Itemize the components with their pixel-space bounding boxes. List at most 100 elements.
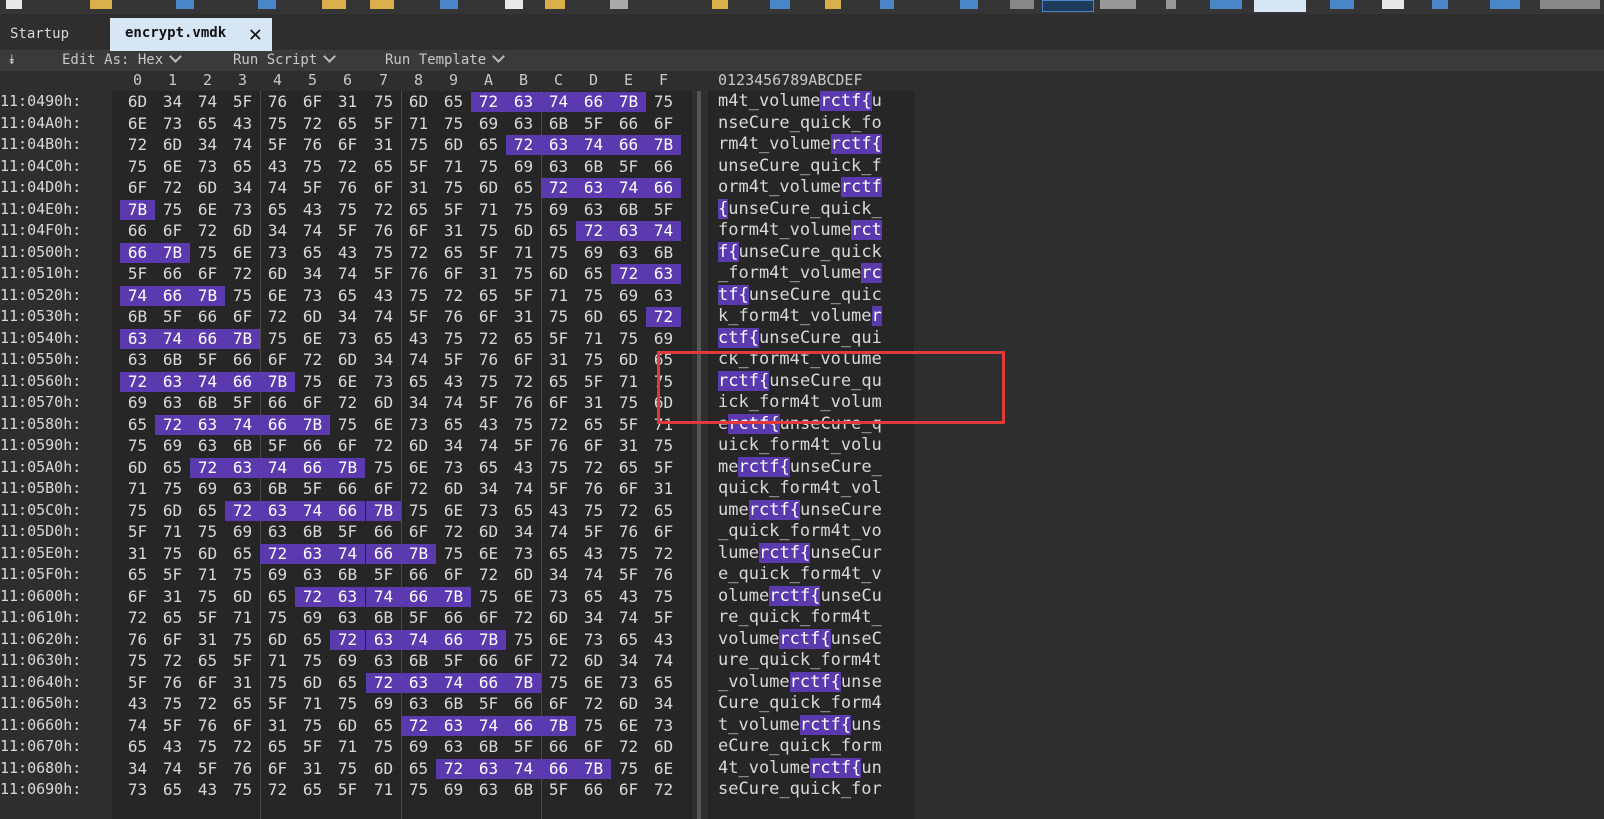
hex-byte[interactable]: 5F <box>295 178 330 198</box>
hex-byte[interactable]: 6F <box>611 780 646 800</box>
hex-byte[interactable]: 6F <box>576 436 611 456</box>
hex-byte[interactable]: 5F <box>155 716 190 736</box>
hex-byte[interactable]: 73 <box>225 200 260 220</box>
hex-byte[interactable]: 66 <box>120 221 155 241</box>
hex-byte[interactable]: 63 <box>155 371 190 392</box>
hex-byte[interactable]: 65 <box>471 135 506 155</box>
row-text[interactable]: {unseCure_quick_ <box>718 198 882 220</box>
hex-byte[interactable]: 71 <box>611 372 646 392</box>
hex-byte[interactable]: 7B <box>646 135 681 155</box>
hex-byte[interactable]: 74 <box>506 479 541 499</box>
hex-byte[interactable]: 66 <box>155 285 190 306</box>
hex-byte[interactable]: 6F <box>506 651 541 671</box>
hex-byte[interactable]: 6D <box>260 630 295 650</box>
hex-byte[interactable]: 75 <box>541 243 576 263</box>
hex-byte[interactable]: 65 <box>330 673 365 693</box>
hex-byte[interactable]: 71 <box>190 565 225 585</box>
hex-byte[interactable]: 63 <box>155 393 190 413</box>
hex-byte[interactable]: 63 <box>541 157 576 177</box>
hex-byte[interactable]: 66 <box>190 307 225 327</box>
hex-byte[interactable]: 5F <box>225 393 260 413</box>
row-text[interactable]: form4t_volumerct <box>718 220 882 241</box>
hex-byte[interactable]: 72 <box>120 135 155 155</box>
hex-byte[interactable]: 65 <box>646 673 681 693</box>
hex-byte[interactable]: 66 <box>366 522 401 542</box>
hex-byte[interactable]: 6B <box>611 200 646 220</box>
hex-byte[interactable]: 6E <box>295 329 330 349</box>
hex-byte[interactable]: 71 <box>471 200 506 220</box>
hex-byte[interactable]: 63 <box>330 608 365 628</box>
hex-byte[interactable]: 5F <box>576 372 611 392</box>
hex-byte[interactable]: 6D <box>330 350 365 370</box>
wrench-icon[interactable] <box>880 0 894 9</box>
hex-byte[interactable]: 76 <box>576 479 611 499</box>
hex-byte[interactable]: 6F <box>190 264 225 284</box>
hex-byte[interactable]: 73 <box>471 501 506 521</box>
hex-byte[interactable]: 5F <box>436 350 471 370</box>
hex-byte[interactable]: 5F <box>366 565 401 585</box>
hex-byte[interactable]: 63 <box>646 264 681 284</box>
hex-byte[interactable]: 6E <box>120 114 155 134</box>
row-text[interactable]: volumerctf{unseC <box>718 628 882 650</box>
hex-byte[interactable]: 72 <box>436 758 471 779</box>
hex-byte[interactable]: 6E <box>366 415 401 435</box>
hex-byte[interactable]: 75 <box>225 286 260 306</box>
hex-byte[interactable]: 6D <box>471 522 506 542</box>
hex-byte[interactable]: 72 <box>120 608 155 628</box>
hex-byte[interactable]: 6F <box>506 350 541 370</box>
hex-byte[interactable]: 75 <box>155 694 190 714</box>
hex-byte[interactable]: 75 <box>611 393 646 413</box>
row-text[interactable]: eCure_quick_form <box>718 736 882 757</box>
undo-icon[interactable] <box>440 0 458 9</box>
hex-byte[interactable]: 5F <box>190 608 225 628</box>
hex-byte[interactable]: 75 <box>401 501 436 521</box>
hex-byte[interactable]: 66 <box>401 565 436 585</box>
hex-byte[interactable]: 66 <box>295 436 330 456</box>
hex-byte[interactable]: 75 <box>541 458 576 478</box>
hex-byte[interactable]: 34 <box>155 92 190 112</box>
hex-byte[interactable]: 75 <box>366 737 401 757</box>
settings-icon[interactable] <box>1382 0 1404 9</box>
hex-byte[interactable]: 75 <box>436 544 471 564</box>
hex-byte[interactable]: 66 <box>611 114 646 134</box>
hex-byte[interactable]: 65 <box>576 587 611 607</box>
hex-byte[interactable]: 31 <box>541 350 576 370</box>
hex-byte[interactable]: 6B <box>295 522 330 542</box>
hex-byte[interactable]: 43 <box>225 114 260 134</box>
hex-byte[interactable]: 74 <box>155 328 190 349</box>
hex-byte[interactable]: 72 <box>366 200 401 220</box>
hex-byte[interactable]: 5F <box>366 114 401 134</box>
row-text[interactable]: lumerctf{unseCur <box>718 542 882 564</box>
hex-byte[interactable]: 65 <box>436 243 471 263</box>
hex-byte[interactable]: 73 <box>260 243 295 263</box>
hex-byte[interactable]: 6E <box>576 673 611 693</box>
row-text[interactable]: _quick_form4t_vo <box>718 521 882 542</box>
hex-byte[interactable]: 75 <box>401 135 436 155</box>
hex-byte[interactable]: 6F <box>260 350 295 370</box>
hex-byte[interactable]: 72 <box>225 500 260 521</box>
hex-byte[interactable]: 6F <box>611 479 646 499</box>
hex-byte[interactable]: 65 <box>190 501 225 521</box>
hex-byte[interactable]: 5F <box>120 673 155 693</box>
hex-byte[interactable]: 5F <box>330 221 365 241</box>
row-text[interactable]: _volumerctf{unse <box>718 671 882 693</box>
hex-byte[interactable]: 6F <box>541 694 576 714</box>
hex-byte[interactable]: 6B <box>155 350 190 370</box>
hex-byte[interactable]: 5F <box>576 114 611 134</box>
hex-byte[interactable]: 65 <box>366 716 401 736</box>
hex-byte[interactable]: 6D <box>541 264 576 284</box>
font-icon[interactable] <box>770 0 790 9</box>
hex-byte[interactable]: 75 <box>295 651 330 671</box>
hex-byte[interactable]: 66 <box>471 672 506 693</box>
hex-byte[interactable]: 7B <box>225 328 260 349</box>
hex-byte[interactable]: 63 <box>366 651 401 671</box>
hex-byte[interactable]: 69 <box>260 565 295 585</box>
hex-byte[interactable]: 34 <box>401 393 436 413</box>
row-text[interactable]: e_quick_form4t_v <box>718 564 882 585</box>
hex-byte[interactable]: 75 <box>611 329 646 349</box>
hex-byte[interactable]: 6F <box>401 522 436 542</box>
back-icon[interactable] <box>1100 0 1136 9</box>
hex-byte[interactable]: 65 <box>330 286 365 306</box>
hex-byte[interactable]: 76 <box>366 221 401 241</box>
hex-byte[interactable]: 75 <box>506 630 541 650</box>
